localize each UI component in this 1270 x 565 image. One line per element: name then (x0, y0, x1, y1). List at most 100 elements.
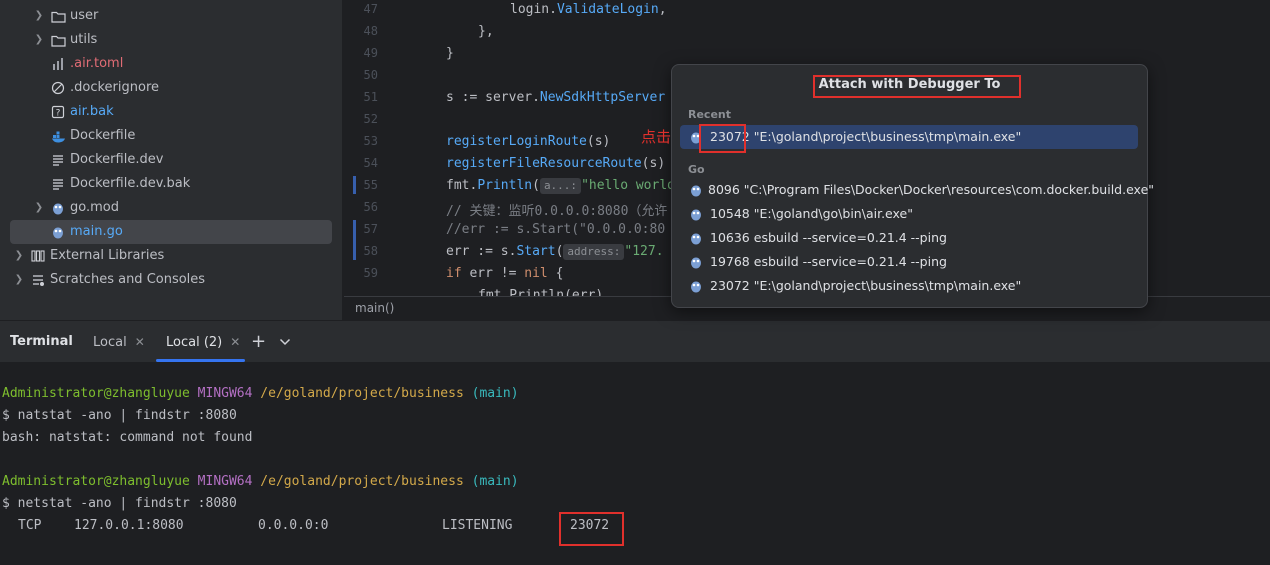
netstat-local-address: 127.0.0.1:8080 (74, 518, 184, 533)
section-go: Go (688, 163, 705, 176)
prompt-line: Administrator@zhangluyue MINGW64 /e/gola… (2, 386, 519, 401)
chevron-right-icon[interactable]: ❯ (12, 244, 26, 268)
chevron-right-icon[interactable]: ❯ (32, 4, 46, 28)
process-item[interactable]: 10636 esbuild --service=0.21.4 --ping (680, 226, 1138, 250)
chevron-right-icon[interactable]: ❯ (12, 268, 26, 292)
process-command: esbuild --service=0.21.4 --ping (753, 230, 947, 245)
text-file-icon (50, 176, 66, 192)
parameter-hint: a...: (539, 178, 582, 194)
tree-item-label: .air.toml (70, 56, 124, 71)
tree-item-label: user (70, 8, 99, 23)
go-process-icon (690, 130, 704, 144)
tree-item-label: .dockerignore (70, 80, 160, 95)
netstat-state: LISTENING (442, 518, 513, 533)
code-line: }, (478, 24, 494, 39)
line-number: 49 (363, 46, 378, 60)
process-command: "E:\goland\project\business\tmp\main.exe… (753, 129, 1022, 144)
netstat-pid: 23072 (570, 518, 610, 533)
tab-local[interactable]: Local ✕ (93, 321, 145, 363)
tree-item-dockerfile-dev-bak[interactable]: Dockerfile.dev.bak (50, 172, 190, 196)
process-pid: 8096 (708, 182, 740, 197)
toml-file-icon (50, 56, 66, 72)
line-number: 51 (363, 90, 378, 104)
chevron-down-icon[interactable] (279, 321, 291, 363)
tree-item-dockerfile-dev[interactable]: Dockerfile.dev (50, 148, 163, 172)
vcs-change-marker[interactable] (353, 220, 356, 260)
tab-label: Local (93, 335, 127, 350)
code-line: //err := s.Start("0.0.0.0:80 (446, 222, 666, 237)
process-pid: 23072 (710, 278, 750, 293)
netstat-foreign-address: 0.0.0.0:0 (258, 518, 329, 533)
libraries-icon (30, 248, 46, 264)
line-number: 59 (363, 266, 378, 280)
plus-icon[interactable]: + (251, 321, 266, 363)
netstat-proto: TCP (18, 518, 42, 533)
process-item[interactable]: 23072 "E:\goland\project\business\tmp\ma… (680, 274, 1138, 298)
process-item[interactable]: 23072 "E:\goland\project\business\tmp\ma… (680, 125, 1138, 149)
terminal-tab-bar: Terminal Local ✕ Local (2) ✕ + (0, 320, 1270, 362)
terminal-output[interactable]: Administrator@zhangluyue MINGW64 /e/gola… (0, 362, 1270, 565)
close-icon[interactable]: ✕ (135, 335, 145, 349)
code-line: fmt.Println(a...: "hello world (446, 178, 675, 194)
tree-item-utils[interactable]: ❯ utils (32, 28, 98, 52)
command-line: $ netstat -ano | findstr :8080 (2, 496, 237, 511)
folder-icon (50, 8, 66, 24)
tree-item-air-toml[interactable]: .air.toml (50, 52, 123, 76)
code-line: login.ValidateLogin, (510, 2, 667, 17)
line-number: 47 (363, 2, 378, 16)
docker-icon (50, 128, 66, 144)
chevron-right-icon[interactable]: ❯ (32, 196, 46, 220)
tree-item-label: main.go (70, 224, 123, 239)
code-line: if err != nil { (446, 266, 564, 281)
line-number: 48 (363, 24, 378, 38)
chevron-right-icon[interactable]: ❯ (32, 28, 46, 52)
code-line: } (446, 46, 454, 61)
process-item[interactable]: 10548 "E:\goland\go\bin\air.exe" (680, 202, 1138, 226)
tree-item-label: Dockerfile.dev.bak (70, 176, 191, 191)
process-item[interactable]: 19768 esbuild --service=0.21.4 --ping (680, 250, 1138, 274)
unknown-file-icon: ? (50, 104, 66, 120)
tab-local-2[interactable]: Local (2) ✕ (166, 321, 240, 363)
project-tree: ❯ user ❯ utils .air.toml .dockerignore ?… (0, 0, 343, 320)
line-gutter: 47 48 49 50 51 52 53 54 55 56 57 58 59 (344, 0, 400, 296)
tree-item-user[interactable]: ❯ user (32, 4, 99, 28)
process-command: esbuild --service=0.21.4 --ping (753, 254, 947, 269)
tree-item-dockerignore[interactable]: .dockerignore (50, 76, 159, 100)
tree-item-dockerfile[interactable]: Dockerfile (50, 124, 135, 148)
ignore-file-icon (50, 80, 66, 96)
process-item[interactable]: 8096 "C:\Program Files\Docker\Docker\res… (680, 178, 1154, 202)
breadcrumb-item[interactable]: main() (355, 301, 394, 315)
attach-debugger-popup: Attach with Debugger To Recent 23072 "E:… (671, 64, 1154, 308)
code-line: registerLoginRoute(s) (446, 134, 611, 149)
line-number: 53 (363, 134, 378, 148)
tree-item-label: Scratches and Consoles (50, 272, 206, 287)
process-command: "E:\goland\project\business\tmp\main.exe… (753, 278, 1022, 293)
go-process-icon (690, 183, 702, 197)
close-icon[interactable]: ✕ (230, 335, 240, 349)
folder-icon (50, 32, 66, 48)
line-number: 52 (363, 112, 378, 126)
tree-item-air-bak[interactable]: ? air.bak (50, 100, 114, 124)
popup-title: Attach with Debugger To (818, 77, 1001, 92)
terminal-title: Terminal (10, 334, 73, 349)
line-number: 50 (363, 68, 378, 82)
command-line: $ natstat -ano | findstr :8080 (2, 408, 237, 423)
go-process-icon (690, 279, 704, 293)
process-pid: 23072 (710, 129, 750, 144)
tree-item-label: air.bak (70, 104, 114, 119)
tree-item-main-go[interactable]: main.go (10, 220, 332, 244)
section-recent: Recent (688, 108, 732, 121)
tree-item-external-libraries[interactable]: ❯ External Libraries (12, 244, 164, 268)
tree-item-go-mod[interactable]: ❯ go.mod (32, 196, 119, 220)
vcs-change-marker[interactable] (353, 176, 356, 194)
tab-label: Local (2) (166, 335, 223, 350)
code-line: // 关键：监听0.0.0.0:8080（允许 (446, 204, 668, 219)
tree-item-label: utils (70, 32, 98, 47)
go-process-icon (690, 255, 704, 269)
process-pid: 10548 (710, 206, 750, 221)
tree-item-label: External Libraries (50, 248, 165, 263)
go-file-icon (50, 224, 66, 240)
line-number: 54 (363, 156, 378, 170)
tree-item-scratches[interactable]: ❯ Scratches and Consoles (12, 268, 205, 292)
tree-item-label: go.mod (70, 200, 119, 215)
